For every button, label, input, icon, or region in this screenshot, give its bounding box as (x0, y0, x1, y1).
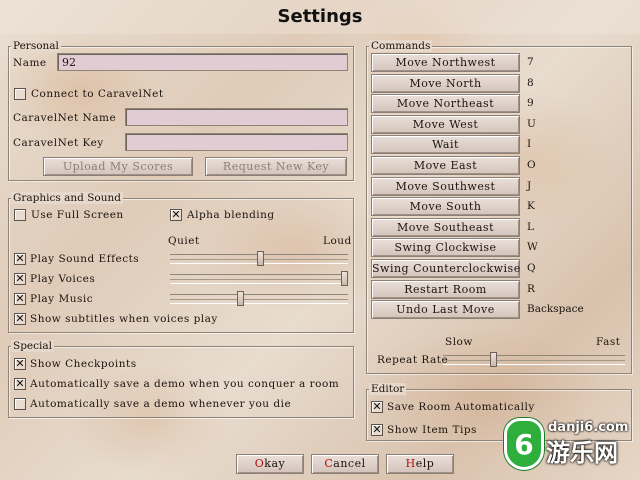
cancel-button[interactable]: Cancel (311, 454, 379, 474)
save-room-label: Save Room Automatically (387, 401, 535, 413)
upload-scores-button[interactable]: Upload My Scores (43, 157, 193, 176)
watermark-name: 游乐网 (546, 439, 618, 467)
command-key: W (527, 241, 538, 254)
editor-group-label: Editor (369, 383, 407, 395)
caravelnet-name-field[interactable] (125, 108, 348, 126)
item-tips-checkbox[interactable]: ✕ (371, 424, 383, 436)
item-tips-label: Show Item Tips (387, 424, 477, 436)
command-key: 9 (527, 97, 534, 110)
voices-checkbox[interactable]: ✕ (14, 273, 26, 285)
command-button[interactable]: Move Northeast (371, 94, 520, 114)
slow-label: Slow (445, 336, 473, 348)
subtitles-label: Show subtitles when voices play (30, 313, 218, 325)
voices-label: Play Voices (30, 273, 96, 285)
sound-label: Play Sound Effects (30, 253, 140, 265)
command-key: Backspace (527, 303, 584, 316)
watermark: 6 danji6.com 游乐网 (500, 416, 636, 476)
repeat-rate-label: Repeat Rate (377, 354, 449, 366)
auto-demo-conquer-label: Automatically save a demo when you conqu… (30, 378, 340, 390)
music-checkbox[interactable]: ✕ (14, 293, 26, 305)
music-slider-thumb[interactable] (237, 291, 244, 306)
sound-checkbox[interactable]: ✕ (14, 253, 26, 265)
caravelnet-key-field[interactable] (125, 133, 348, 151)
command-key: U (527, 117, 536, 130)
command-key: 7 (527, 56, 534, 68)
okay-label: kay (264, 457, 286, 470)
personal-group-label: Personal (11, 40, 61, 52)
watermark-badge-icon: 6 (504, 418, 544, 470)
help-button[interactable]: Help (386, 454, 454, 474)
auto-demo-die-checkbox[interactable] (14, 398, 26, 410)
auto-demo-die-label: Automatically save a demo whenever you d… (30, 398, 292, 410)
save-room-checkbox[interactable]: ✕ (371, 401, 383, 413)
command-key: K (527, 200, 535, 213)
music-label: Play Music (30, 293, 94, 305)
watermark-badge-text: 6 (514, 428, 534, 461)
command-button[interactable]: Move East (371, 156, 520, 175)
name-field[interactable]: 92 (57, 53, 348, 71)
caravelnet-key-label: CaravelNet Key (13, 137, 104, 149)
graphics-group-label: Graphics and Sound (11, 192, 123, 204)
fast-label: Fast (596, 336, 621, 348)
page-title: Settings (277, 6, 363, 27)
command-button[interactable]: Swing Counterclockwise (371, 259, 520, 278)
checkpoints-label: Show Checkpoints (30, 358, 137, 370)
quiet-label: Quiet (168, 235, 200, 247)
commands-group-label: Commands (369, 40, 433, 52)
help-label: elp (415, 457, 435, 470)
command-button[interactable]: Move Southwest (371, 176, 520, 196)
command-button[interactable]: Undo Last Move (371, 300, 520, 320)
command-key: L (527, 220, 534, 233)
help-hotkey: H (405, 457, 416, 470)
repeat-rate-slider-thumb[interactable] (490, 352, 497, 367)
command-key: O (527, 159, 536, 171)
voices-slider[interactable] (170, 271, 348, 286)
command-button[interactable]: Move Southeast (371, 217, 520, 237)
command-key: I (527, 138, 532, 151)
command-key: J (527, 179, 532, 192)
sound-slider-thumb[interactable] (257, 251, 264, 266)
connect-checkbox[interactable] (14, 88, 26, 100)
command-button[interactable]: Move Northwest (371, 53, 520, 72)
command-button[interactable]: Move South (371, 197, 520, 217)
sound-slider[interactable] (170, 251, 348, 266)
command-key: R (527, 282, 535, 295)
alpha-label: Alpha blending (187, 209, 275, 221)
fullscreen-label: Use Full Screen (31, 209, 124, 221)
checkpoints-checkbox[interactable]: ✕ (14, 358, 26, 370)
loud-label: Loud (323, 235, 352, 247)
command-key: 8 (527, 76, 534, 89)
name-label: Name (13, 57, 47, 69)
command-key: Q (527, 262, 536, 274)
repeat-rate-slider[interactable] (443, 352, 625, 367)
music-slider[interactable] (170, 291, 348, 306)
subtitles-checkbox[interactable]: ✕ (14, 313, 26, 325)
command-button[interactable]: Swing Clockwise (371, 238, 520, 258)
command-button[interactable]: Move West (371, 114, 520, 134)
voices-slider-thumb[interactable] (341, 271, 348, 286)
okay-button[interactable]: Okay (236, 454, 304, 474)
fullscreen-checkbox[interactable] (14, 209, 26, 221)
watermark-site: danji6.com (548, 420, 629, 435)
command-button[interactable]: Wait (371, 135, 520, 155)
caravelnet-name-label: CaravelNet Name (13, 112, 117, 124)
okay-hotkey: O (254, 457, 265, 470)
special-group-label: Special (11, 340, 54, 352)
cancel-hotkey: C (324, 457, 334, 470)
request-key-button[interactable]: Request New Key (205, 157, 347, 176)
connect-label: Connect to CaravelNet (31, 88, 164, 100)
cancel-label: ancel (333, 457, 366, 470)
alpha-checkbox[interactable]: ✕ (170, 209, 182, 221)
command-button[interactable]: Move North (371, 73, 520, 93)
command-button[interactable]: Restart Room (371, 279, 520, 299)
auto-demo-conquer-checkbox[interactable]: ✕ (14, 378, 26, 390)
